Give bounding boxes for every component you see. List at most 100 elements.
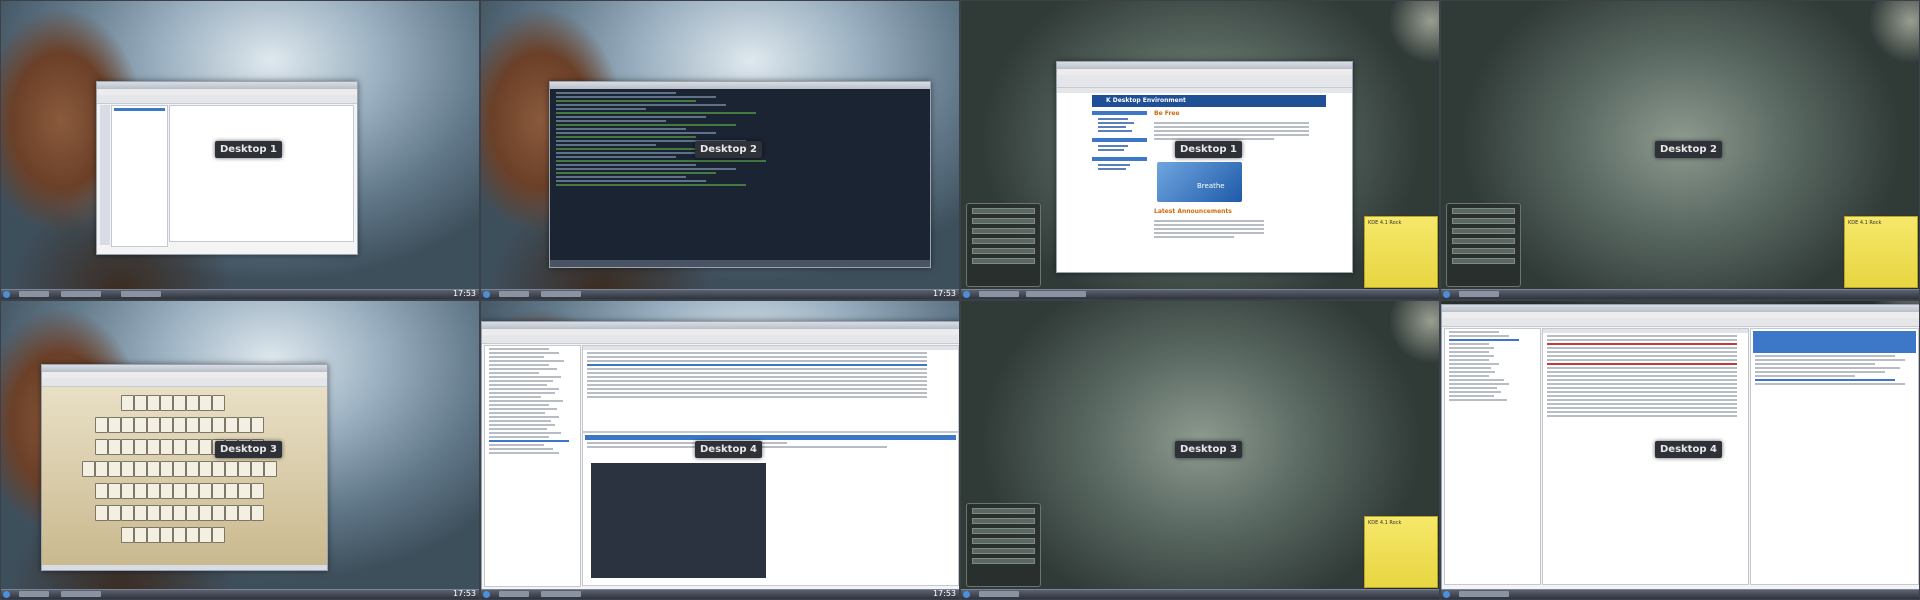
- desktop-1b-preview[interactable]: K Desktop Environment Be Free Breathe La…: [960, 0, 1440, 300]
- task-button[interactable]: [541, 291, 581, 297]
- mahjong-tile[interactable]: [108, 483, 121, 499]
- mahjong-tile[interactable]: [225, 505, 238, 521]
- mahjong-tile[interactable]: [134, 461, 147, 477]
- desktop-4b-preview[interactable]: Desktop 4: [1440, 300, 1920, 600]
- mahjong-tile[interactable]: [134, 439, 147, 455]
- mahjong-tile[interactable]: [199, 417, 212, 433]
- kde-menu-icon[interactable]: [3, 591, 10, 598]
- editor-window[interactable]: [96, 81, 358, 255]
- mahjong-tile[interactable]: [160, 483, 173, 499]
- mahjong-tile[interactable]: [251, 483, 264, 499]
- desktop-1-preview[interactable]: Desktop 1 17:53: [0, 0, 480, 300]
- mahjong-tile[interactable]: [121, 461, 134, 477]
- mahjong-tile[interactable]: [160, 439, 173, 455]
- sticky-note-widget[interactable]: KDE 4.1 Rock: [1844, 216, 1918, 288]
- system-monitor-widget[interactable]: [1446, 203, 1521, 287]
- mahjong-tile[interactable]: [108, 505, 121, 521]
- kde-menu-icon[interactable]: [963, 291, 970, 298]
- mahjong-tile[interactable]: [199, 505, 212, 521]
- mahjong-tile[interactable]: [134, 417, 147, 433]
- mahjong-tile[interactable]: [160, 417, 173, 433]
- mahjong-tile[interactable]: [147, 505, 160, 521]
- mahjong-tile[interactable]: [225, 483, 238, 499]
- mahjong-tile[interactable]: [199, 483, 212, 499]
- mahjong-tile[interactable]: [212, 483, 225, 499]
- mahjong-tile[interactable]: [95, 505, 108, 521]
- mahjong-tile[interactable]: [95, 417, 108, 433]
- mahjong-tile[interactable]: [95, 439, 108, 455]
- mahjong-tile[interactable]: [238, 483, 251, 499]
- mahjong-tile[interactable]: [95, 483, 108, 499]
- task-button[interactable]: [1459, 291, 1499, 297]
- mahjong-tile[interactable]: [173, 395, 186, 411]
- mahjong-tile[interactable]: [134, 483, 147, 499]
- mahjong-tile[interactable]: [134, 527, 147, 543]
- mahjong-tile[interactable]: [108, 461, 121, 477]
- mahjong-tile[interactable]: [121, 395, 134, 411]
- clock[interactable]: 17:53: [933, 289, 956, 298]
- editor-titlebar[interactable]: [97, 82, 357, 89]
- kde-menu-icon[interactable]: [483, 591, 490, 598]
- mahjong-window[interactable]: [41, 364, 328, 571]
- task-button[interactable]: [541, 591, 581, 597]
- mahjong-tile[interactable]: [121, 483, 134, 499]
- mahjong-tile[interactable]: [212, 417, 225, 433]
- desktop-3-preview[interactable]: Desktop 3 17:53: [0, 300, 480, 600]
- kmail-titlebar[interactable]: [1442, 305, 1919, 312]
- desktop-4-preview[interactable]: Desktop 4 17:53: [480, 300, 960, 600]
- mahjong-tile[interactable]: [238, 461, 251, 477]
- mahjong-tile[interactable]: [134, 395, 147, 411]
- kde-menu-icon[interactable]: [3, 291, 10, 298]
- mahjong-tile[interactable]: [147, 395, 160, 411]
- mahjong-tile[interactable]: [147, 417, 160, 433]
- mahjong-tile[interactable]: [199, 439, 212, 455]
- sticky-note-widget[interactable]: KDE 4.1 Rock: [1364, 516, 1438, 588]
- mahjong-board[interactable]: [82, 395, 292, 560]
- mahjong-tile[interactable]: [212, 461, 225, 477]
- task-button[interactable]: [121, 291, 161, 297]
- mahjong-tile[interactable]: [173, 505, 186, 521]
- mahjong-tile[interactable]: [186, 527, 199, 543]
- clock[interactable]: 17:53: [933, 589, 956, 598]
- desktop-2b-preview[interactable]: KDE 4.1 Rock Desktop 2: [1440, 0, 1920, 300]
- system-monitor-widget[interactable]: [966, 203, 1041, 287]
- akregator-toolbar[interactable]: [482, 335, 959, 344]
- mahjong-tile[interactable]: [121, 527, 134, 543]
- mahjong-tile[interactable]: [121, 417, 134, 433]
- article-list[interactable]: [582, 345, 959, 432]
- mahjong-tile[interactable]: [212, 395, 225, 411]
- mahjong-toolbar[interactable]: [42, 378, 327, 387]
- mahjong-tile[interactable]: [186, 505, 199, 521]
- editor-toolbar[interactable]: [97, 95, 357, 104]
- mahjong-tile[interactable]: [186, 417, 199, 433]
- note-text[interactable]: KDE 4.1 Rock: [1365, 217, 1437, 229]
- mahjong-tile[interactable]: [173, 417, 186, 433]
- feed-tree[interactable]: [484, 345, 581, 587]
- mahjong-tile[interactable]: [225, 461, 238, 477]
- mail-folder-tree[interactable]: [1444, 328, 1541, 585]
- mahjong-tile[interactable]: [238, 505, 251, 521]
- mahjong-tile[interactable]: [160, 461, 173, 477]
- desktop-3b-preview[interactable]: KDE 4.1 Rock Desktop 3: [960, 300, 1440, 600]
- task-button[interactable]: [61, 291, 101, 297]
- note-text[interactable]: KDE 4.1 Rock: [1365, 517, 1437, 529]
- system-monitor-widget[interactable]: [966, 503, 1041, 587]
- mahjong-tile[interactable]: [186, 439, 199, 455]
- task-button[interactable]: [1459, 591, 1509, 597]
- mahjong-tile[interactable]: [160, 527, 173, 543]
- mahjong-tile[interactable]: [212, 527, 225, 543]
- akregator-titlebar[interactable]: [482, 322, 959, 329]
- mahjong-tile[interactable]: [147, 439, 160, 455]
- kde-menu-icon[interactable]: [1443, 291, 1450, 298]
- editor-side-tabs[interactable]: [100, 105, 110, 245]
- mahjong-tile[interactable]: [173, 527, 186, 543]
- mahjong-tile[interactable]: [264, 461, 277, 477]
- mahjong-tile[interactable]: [121, 439, 134, 455]
- note-text[interactable]: KDE 4.1 Rock: [1845, 217, 1917, 229]
- bookmarks-bar[interactable]: [1057, 88, 1352, 93]
- kmail-toolbar[interactable]: [1442, 318, 1919, 327]
- mahjong-tile[interactable]: [199, 461, 212, 477]
- task-button[interactable]: [1026, 291, 1086, 297]
- mahjong-tile[interactable]: [251, 505, 264, 521]
- mahjong-tile[interactable]: [147, 461, 160, 477]
